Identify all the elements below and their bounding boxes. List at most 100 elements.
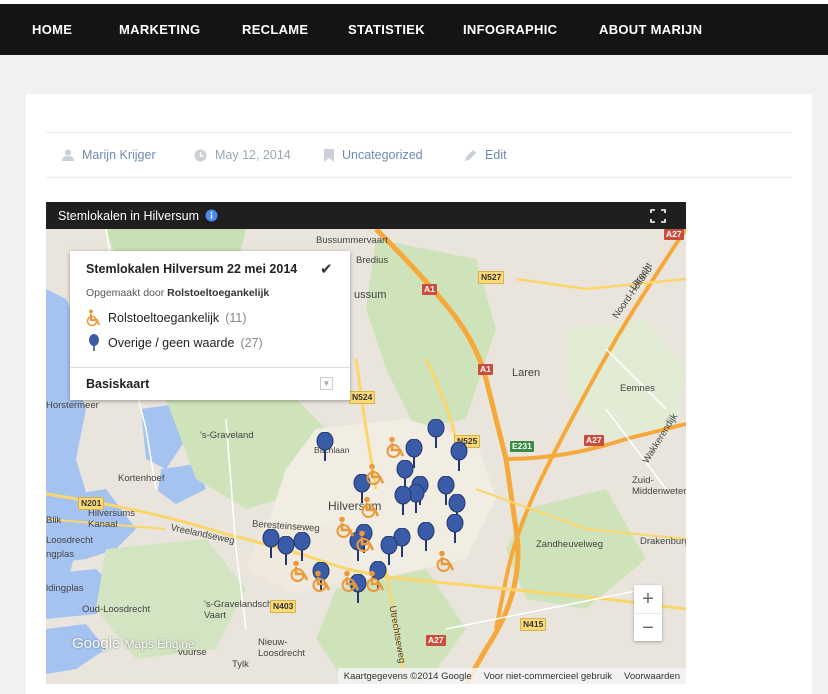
wheelchair-icon[interactable]: [365, 463, 387, 485]
legend-divider: [70, 367, 350, 368]
legend-row-count: (11): [225, 311, 247, 325]
legend-basemap[interactable]: Basiskaart: [86, 377, 149, 391]
meta-date: May 12, 2014: [194, 148, 291, 162]
label-s-graveland: 's-Graveland: [200, 430, 254, 441]
label-laren: Laren: [512, 367, 541, 379]
google-logo-text: Google: [72, 635, 121, 652]
legend-row-label: Rolstoeltoegankelijk: [108, 311, 220, 325]
label-eemnes: Eemnes: [620, 383, 655, 394]
road-n527: N527: [478, 271, 505, 284]
map-pin-icon[interactable]: [426, 419, 446, 449]
map-pin-icon[interactable]: [292, 532, 312, 562]
map-pin-icon: [89, 334, 99, 351]
post-date: May 12, 2014: [215, 148, 291, 162]
attribution-data: Kaartgegevens ©2014 Google: [343, 670, 472, 682]
label-zandheuvelweg: Zandheuvelweg: [536, 539, 604, 550]
bookmark-icon: [324, 148, 334, 162]
nav-about-marijn[interactable]: ABOUT MARIJN: [599, 22, 702, 37]
wheelchair-icon: [86, 309, 100, 327]
map-pin-icon[interactable]: [315, 432, 335, 462]
map-pin-icon[interactable]: [416, 522, 436, 552]
label-bredius: Bredius: [356, 255, 389, 266]
google-maps-engine-logo: Google Maps Engine: [72, 635, 195, 652]
road-n524: N524: [349, 391, 376, 404]
map-title-bar: Stemlokalen in Hilversum: [46, 202, 686, 229]
label-oud-loosdrecht: Oud-Loosdrecht: [82, 604, 151, 615]
label-horstermeer: Horstermeer: [46, 400, 99, 411]
road-a27-east: A27: [584, 435, 604, 446]
post-meta: Marijn Krijger May 12, 2014 Uncategorize…: [46, 132, 792, 178]
author-link[interactable]: Marijn Krijger: [82, 148, 156, 162]
user-icon: [62, 149, 74, 161]
wheelchair-icon[interactable]: [385, 436, 407, 458]
wheelchair-icon[interactable]: [335, 516, 357, 538]
nav-home[interactable]: HOME: [32, 22, 72, 37]
label-ldingplas: ldingplas: [46, 583, 84, 594]
label-bussummervaart: Bussummervaart: [316, 235, 388, 246]
meta-author: Marijn Krijger: [62, 148, 156, 162]
legend-author-prefix: Opgemaakt door: [86, 287, 165, 299]
nav-reclame[interactable]: RECLAME: [242, 22, 308, 37]
label-nieuw-loosdrecht: Nieuw- Loosdrecht: [258, 637, 306, 659]
embedded-map: Stemlokalen in Hilversum Bussummervaart …: [46, 202, 686, 684]
label-bussum: ussum: [354, 289, 387, 301]
legend-row-wheelchair[interactable]: Rolstoeltoegankelijk (11): [86, 309, 247, 327]
legend-title: Stemlokalen Hilversum 22 mei 2014: [86, 262, 298, 276]
wheelchair-icon[interactable]: [289, 560, 311, 582]
edit-link[interactable]: Edit: [485, 148, 507, 162]
wheelchair-icon[interactable]: [355, 530, 377, 552]
road-n201: N201: [78, 497, 105, 510]
road-a27-north: A27: [664, 229, 684, 240]
fullscreen-icon[interactable]: [650, 209, 666, 223]
zoom-out-button[interactable]: −: [634, 614, 662, 642]
map-pin-icon[interactable]: [393, 486, 413, 516]
road-a27-south: A27: [426, 635, 446, 646]
legend-row-other[interactable]: Overige / geen waarde (27): [86, 334, 263, 352]
attribution-noncommercial[interactable]: Voor niet-commercieel gebruik: [484, 671, 612, 682]
label-tylk: Tylk: [232, 659, 249, 670]
nav-infographic[interactable]: INFOGRAPHIC: [463, 22, 557, 37]
zoom-control: + −: [634, 585, 662, 641]
map-pin-icon[interactable]: [445, 514, 465, 544]
label-zuid-middenwetering: Zuid- Middenwetering: [632, 475, 686, 497]
road-a1-north: A1: [422, 284, 437, 295]
map-legend: Stemlokalen Hilversum 22 mei 2014 ✔ Opge…: [70, 251, 350, 400]
pencil-icon: [465, 149, 476, 161]
wheelchair-icon[interactable]: [311, 570, 333, 592]
attribution-terms[interactable]: Voorwaarden: [624, 671, 680, 682]
label-ngplas: ngplas: [46, 549, 74, 560]
map-canvas[interactable]: Bussummervaart ussum Bredius Laren Eemne…: [46, 229, 686, 684]
map-pin-icon[interactable]: [449, 442, 469, 472]
wheelchair-icon[interactable]: [435, 550, 457, 572]
road-n415: N415: [520, 618, 547, 631]
meta-edit: Edit: [464, 148, 507, 162]
label-blik: Blik: [46, 515, 62, 526]
map-attribution: Kaartgegevens ©2014 Google Voor niet-com…: [337, 668, 686, 684]
label-drakenburg: Drakenburg: [640, 536, 686, 547]
wheelchair-icon[interactable]: [365, 570, 387, 592]
category-link[interactable]: Uncategorized: [342, 148, 423, 162]
info-icon[interactable]: [205, 209, 218, 222]
wheelchair-icon[interactable]: [360, 496, 382, 518]
label-s-gravelandsche-vaart: 's-Gravelandsche Vaart: [204, 599, 278, 621]
legend-row-count: (27): [240, 336, 263, 350]
nav-statistiek[interactable]: STATISTIEK: [348, 22, 425, 37]
map-title: Stemlokalen in Hilversum: [58, 208, 200, 223]
chevron-down-icon[interactable]: ▼: [320, 377, 333, 390]
legend-author: Opgemaakt door Rolstoeltoegankelijk: [86, 287, 269, 299]
clock-icon: [194, 149, 207, 161]
label-hilversums-kanaal: Hilversums Kanaal: [88, 508, 135, 530]
legend-row-label: Overige / geen waarde: [108, 336, 235, 350]
top-navigation: HOME MARKETING RECLAME STATISTIEK INFOGR…: [0, 0, 828, 55]
wheelchair-icon[interactable]: [340, 570, 362, 592]
maps-engine-text: Maps Engine: [124, 637, 195, 651]
road-e231: E231: [510, 441, 534, 452]
label-loosdrecht: Loosdrecht: [46, 535, 94, 546]
checkbox-checked-icon[interactable]: ✔: [320, 260, 333, 278]
label-kortenhoef: Kortenhoef: [118, 473, 165, 484]
nav-marketing[interactable]: MARKETING: [119, 22, 200, 37]
road-n403: N403: [270, 600, 297, 613]
legend-author-name: Rolstoeltoegankelijk: [167, 287, 270, 299]
meta-category: Uncategorized: [324, 148, 423, 162]
zoom-in-button[interactable]: +: [634, 585, 662, 613]
